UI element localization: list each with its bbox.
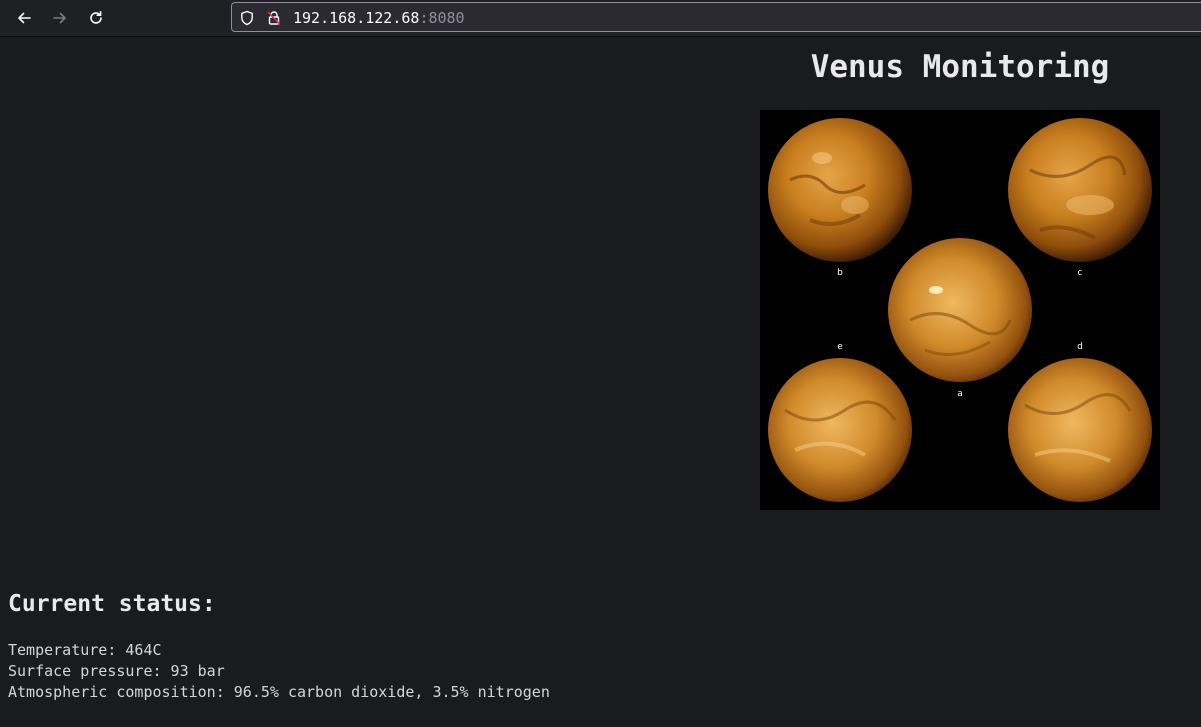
temperature-text: Temperature: 464C bbox=[8, 641, 162, 659]
label-c: c bbox=[1078, 268, 1083, 278]
arrow-right-icon bbox=[52, 10, 68, 26]
planet-c bbox=[1008, 118, 1152, 262]
planet-b bbox=[768, 118, 912, 262]
planet-a bbox=[888, 238, 1032, 382]
browser-toolbar: 192.168.122.68:8080 bbox=[0, 0, 1201, 37]
label-e: e bbox=[837, 342, 843, 352]
arrow-left-icon bbox=[16, 10, 32, 26]
pressure-text: Surface pressure: 93 bar bbox=[8, 662, 225, 680]
reload-button[interactable] bbox=[82, 4, 110, 32]
label-a: a bbox=[957, 389, 963, 399]
planet-e bbox=[768, 358, 912, 502]
shield-icon[interactable] bbox=[239, 10, 255, 26]
status-heading: Current status: bbox=[8, 591, 216, 617]
url-host: 192.168.122.68 bbox=[293, 9, 420, 27]
planet-d bbox=[1008, 358, 1152, 502]
url-port: :8080 bbox=[419, 9, 465, 27]
insecure-lock-icon[interactable] bbox=[266, 10, 282, 26]
status-list: Temperature: 464C Surface pressure: 93 b… bbox=[8, 640, 550, 703]
url-text[interactable]: 192.168.122.68:8080 bbox=[293, 8, 465, 28]
label-b: b bbox=[837, 268, 843, 278]
composition-text: Atmospheric composition: 96.5% carbon di… bbox=[8, 683, 550, 701]
page-title: Venus Monitoring bbox=[810, 49, 1110, 85]
forward-button[interactable] bbox=[46, 4, 74, 32]
back-button[interactable] bbox=[10, 4, 38, 32]
venus-image: b c e d a bbox=[760, 110, 1160, 510]
reload-icon bbox=[88, 10, 104, 26]
address-bar[interactable]: 192.168.122.68:8080 bbox=[231, 2, 1201, 32]
label-d: d bbox=[1077, 342, 1083, 352]
